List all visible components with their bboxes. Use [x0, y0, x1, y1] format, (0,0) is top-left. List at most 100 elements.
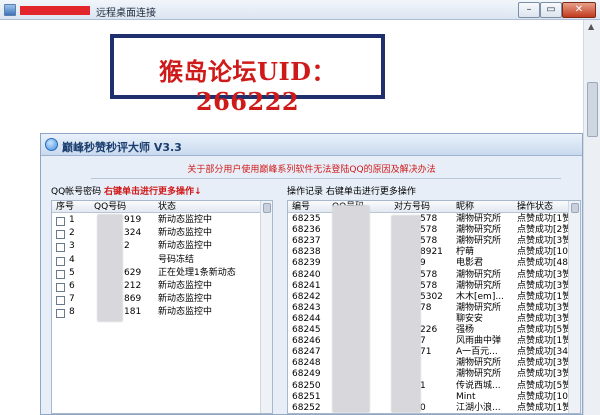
- row-nick: 潮物研究所: [456, 269, 502, 280]
- maximize-button[interactable]: ▭: [540, 2, 562, 18]
- row-id: 68242: [292, 291, 321, 302]
- table-row[interactable]: 68245 226 强杨 点赞成功[5赞]: [288, 325, 575, 337]
- row-id: 68238: [292, 247, 321, 258]
- row-seq: 2: [69, 228, 75, 239]
- table-row[interactable]: 68249 潮物研究所 点赞成功[3赞]: [288, 369, 575, 381]
- qq-account-list[interactable]: 序号 QQ号码 状态 1 919 新动态监控中 2 324 新动态监控中 3 2 新动态监控中 4…: [51, 200, 273, 414]
- remote-desktop-window: 远程桌面连接 – ▭ ✕ 猴岛论坛UID：266222 ▲ 巅峰秒赞秒评大师 V…: [0, 0, 600, 415]
- list-item[interactable]: 7 869 新动态监控中: [52, 294, 258, 306]
- col-status[interactable]: 状态: [158, 201, 176, 213]
- scrollbar-thumb[interactable]: [587, 82, 598, 137]
- row-nick: 潮物研究所: [456, 214, 502, 224]
- row-qq: 324: [124, 228, 142, 239]
- row-status: 正在处理1条新动态: [158, 267, 236, 278]
- row-op-status: 点赞成功[1赞]: [517, 214, 575, 224]
- scrollbar-thumb[interactable]: [571, 203, 579, 213]
- row-nick: 强杨: [456, 325, 475, 335]
- row-qq: 181: [124, 307, 142, 318]
- row-seq: 4: [69, 254, 75, 265]
- row-nick: 潮物研究所: [456, 280, 502, 291]
- app-logo-icon: [45, 138, 58, 151]
- row-peer: 578: [420, 214, 438, 224]
- row-checkbox[interactable]: [56, 309, 65, 319]
- row-checkbox[interactable]: [56, 230, 65, 240]
- table-row[interactable]: 68250 1 传说西城... 点赞成功[5赞]: [288, 380, 575, 393]
- row-nick: 传说西城...: [456, 380, 501, 391]
- list-item[interactable]: 6 212 新动态监控中: [52, 281, 258, 293]
- table-row[interactable]: 68235 578 潮物研究所 点赞成功[1赞]: [288, 214, 575, 226]
- table-row[interactable]: 68252 0 江湖小浪... 点赞成功[1赞]: [288, 403, 575, 415]
- window-scrollbar[interactable]: ▲: [583, 20, 600, 415]
- row-checkbox[interactable]: [56, 243, 65, 253]
- list-item[interactable]: 3 2 新动态监控中: [52, 241, 258, 253]
- row-checkbox[interactable]: [56, 256, 65, 266]
- table-row[interactable]: 68241 578 潮物研究所 点赞成功[3赞]: [288, 280, 575, 293]
- list-item[interactable]: 5 629 正在处理1条新动态: [52, 268, 258, 280]
- row-op-status: 点赞成功[1赞]: [517, 402, 575, 413]
- row-checkbox[interactable]: [56, 217, 65, 226]
- app-title: 巅峰秒赞秒评大师 V3.3: [62, 141, 182, 154]
- window-titlebar[interactable]: 远程桌面连接 – ▭ ✕: [0, 0, 600, 20]
- row-id: 68250: [292, 380, 321, 391]
- row-peer: 5302: [420, 291, 443, 302]
- list-item[interactable]: 4 号码冻结: [52, 255, 258, 267]
- row-qq: 919: [124, 215, 142, 225]
- table-row[interactable]: 68240 578 潮物研究所 点赞成功[3赞]: [288, 269, 575, 282]
- watermark-banner: 猴岛论坛UID：266222: [110, 34, 385, 116]
- app-titlebar[interactable]: 巅峰秒赞秒评大师 V3.3: [41, 134, 582, 156]
- row-seq: 3: [69, 241, 75, 252]
- log-scrollbar[interactable]: [568, 201, 580, 413]
- redacted-peer-column: [391, 215, 421, 413]
- list-item[interactable]: 2 324 新动态监控中: [52, 228, 258, 240]
- table-row[interactable]: 68242 5302 木木[em]... 点赞成功[1赞]: [288, 291, 575, 304]
- row-id: 68249: [292, 369, 321, 380]
- col-seq[interactable]: 序号: [56, 201, 74, 213]
- table-row[interactable]: 68244 聊安安 点赞成功[3赞]: [288, 313, 575, 326]
- row-checkbox[interactable]: [56, 283, 65, 292]
- row-status: 新动态监控中: [158, 228, 213, 239]
- table-row[interactable]: 68239 9 电影君 点赞成功[48赞]: [288, 258, 580, 270]
- row-id: 68244: [292, 313, 321, 324]
- col-op-status[interactable]: 操作状态: [517, 201, 553, 213]
- app-window: 巅峰秒赞秒评大师 V3.3 关于部分用户使用巅峰系列软件无法登陆QQ的原因及解决…: [40, 133, 583, 415]
- row-status: 新动态监控中: [158, 294, 213, 305]
- row-nick: 潮物研究所: [456, 302, 502, 313]
- minimize-button[interactable]: –: [518, 2, 540, 18]
- scrollbar-thumb[interactable]: [263, 203, 271, 213]
- row-id: 68245: [292, 325, 321, 335]
- notice-link[interactable]: 关于部分用户使用巅峰系列软件无法登陆QQ的原因及解决办法: [41, 162, 582, 175]
- row-seq: 7: [69, 294, 75, 305]
- list-item[interactable]: 8 181 新动态监控中: [52, 307, 258, 319]
- list-scrollbar[interactable]: [260, 201, 272, 413]
- redacted-qq-column: [97, 214, 123, 322]
- list-header: 序号 QQ号码 状态: [52, 201, 272, 213]
- row-seq: 8: [69, 307, 75, 318]
- row-qq: 2: [124, 241, 130, 252]
- row-peer: 8921: [420, 247, 443, 258]
- col-qq[interactable]: QQ号码: [94, 201, 126, 213]
- operation-log-list[interactable]: 编号 QQ号码 对方号码 昵称 操作状态 68235578潮物研究所点赞成功[1…: [287, 200, 581, 414]
- table-row[interactable]: 68243 78 潮物研究所 点赞成功[3赞]: [288, 302, 575, 315]
- row-op-status: 点赞成功[3赞]: [517, 280, 575, 291]
- row-id: 68237: [292, 236, 321, 247]
- close-button[interactable]: ✕: [562, 2, 596, 18]
- window-title: 远程桌面连接: [96, 8, 156, 19]
- right-panel-label: 操作记录 右键单击进行更多操作: [285, 184, 418, 197]
- row-checkbox[interactable]: [56, 269, 65, 279]
- table-row[interactable]: 68251 Mint 点赞成功[10赞]: [288, 391, 580, 404]
- col-peer[interactable]: 对方号码: [394, 201, 430, 213]
- row-peer: 578: [420, 236, 438, 247]
- scroll-up-icon[interactable]: ▲: [588, 22, 594, 31]
- row-id: 68235: [292, 214, 321, 224]
- row-id: 68251: [292, 391, 321, 402]
- row-id: 68239: [292, 258, 321, 269]
- list-item[interactable]: 1 919 新动态监控中: [52, 215, 258, 227]
- row-seq: 5: [69, 267, 75, 278]
- row-checkbox[interactable]: [56, 296, 65, 306]
- row-status: 号码冻结: [158, 254, 195, 265]
- col-id[interactable]: 编号: [292, 201, 310, 213]
- row-id: 68241: [292, 280, 321, 291]
- col-nick[interactable]: 昵称: [456, 201, 474, 213]
- row-op-status: 点赞成功[3赞]: [517, 369, 575, 380]
- row-qq: 629: [124, 267, 142, 278]
